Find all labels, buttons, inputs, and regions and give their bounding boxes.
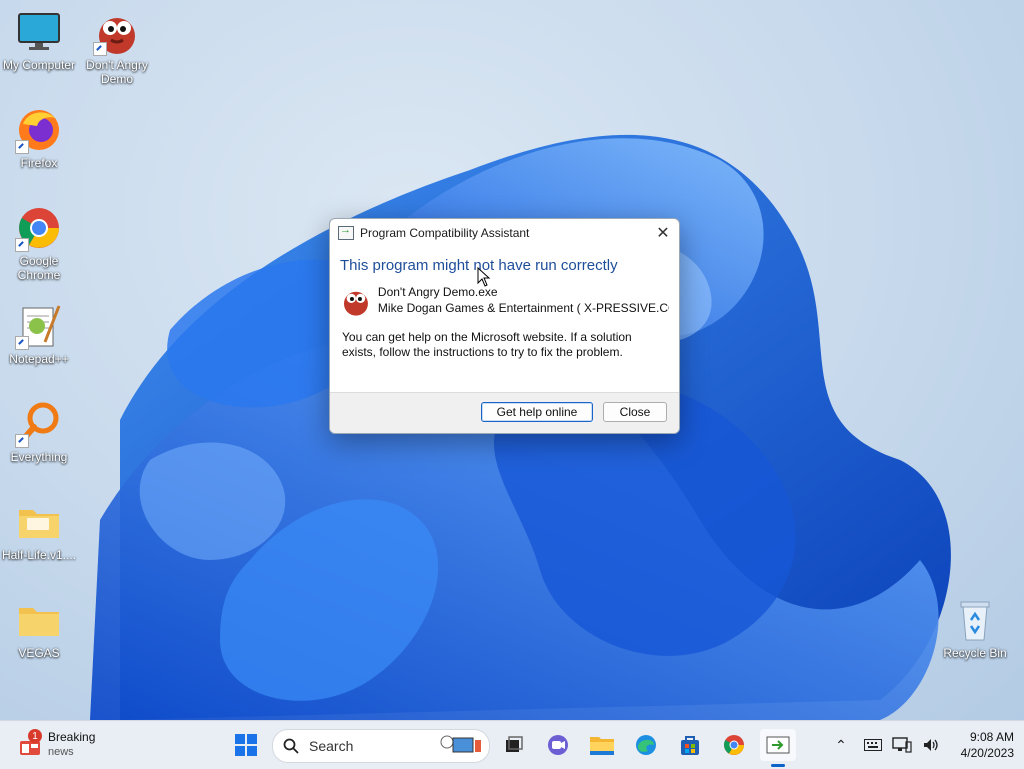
desktop-icon-label: VEGAS — [18, 646, 60, 660]
teams-chat-button[interactable] — [542, 729, 574, 761]
desktop-icon-label: Recycle Bin — [943, 646, 1007, 660]
desktop-icon-label: Google Chrome — [17, 254, 61, 282]
red-bird-icon — [93, 8, 141, 56]
news-widget-icon: 1 — [14, 729, 42, 759]
store-icon — [681, 736, 699, 755]
desktop-icon-label: Everything — [10, 450, 68, 464]
search-placeholder: Search — [309, 738, 354, 754]
desktop-icon-firefox[interactable]: Firefox — [0, 106, 78, 170]
quick-settings-button[interactable] — [892, 729, 940, 761]
widget-title: Breaking — [48, 730, 96, 744]
active-window-indicator — [771, 764, 785, 767]
desktop-icon-google-chrome[interactable]: Google Chrome — [0, 204, 78, 282]
task-view-icon — [506, 736, 523, 752]
chrome-taskbar-button[interactable] — [718, 729, 750, 761]
desktop-icon-label: My Computer — [2, 58, 76, 72]
app-publisher: Mike Dogan Games & Entertainment ( X-PRE… — [377, 301, 669, 315]
close-button[interactable]: Close — [603, 402, 667, 422]
desktop-icon-half-life-folder[interactable]: Half-Life.v1.... — [0, 498, 78, 562]
file-explorer-icon — [590, 737, 614, 755]
desktop-icon-label: Don't Angry Demo — [86, 58, 148, 86]
chrome-icon — [15, 204, 63, 252]
firefox-icon — [15, 106, 63, 154]
desktop-icon-label: Notepad++ — [9, 352, 69, 366]
desktop-icon-notepadpp[interactable]: Notepad++ — [0, 302, 78, 366]
keyboard-button[interactable] — [862, 729, 884, 761]
keyboard-icon — [864, 739, 882, 751]
desktop[interactable]: My Computer Don't Angry Demo Firefox Goo… — [0, 0, 1024, 720]
windows-logo-icon — [235, 734, 257, 756]
magnifier-icon — [15, 400, 63, 448]
taskbar-search[interactable]: Search — [272, 729, 490, 763]
shortcut-arrow-icon — [15, 238, 29, 252]
task-view-button[interactable] — [498, 729, 530, 761]
desktop-icon-label: Half-Life.v1.... — [1, 548, 77, 562]
shortcut-arrow-icon — [15, 336, 29, 350]
edge-button[interactable] — [630, 729, 662, 761]
app-name: Don't Angry Demo.exe — [377, 285, 498, 299]
folder-icon — [15, 596, 63, 644]
red-bird-icon — [343, 291, 368, 316]
notification-badge: 1 — [28, 729, 42, 743]
shortcut-arrow-icon — [93, 42, 107, 56]
dialog-message: You can get help on the Microsoft websit… — [342, 330, 632, 359]
desktop-icon-label: Firefox — [20, 156, 58, 170]
desktop-icon-everything[interactable]: Everything — [0, 400, 78, 464]
dialog-title: Program Compatibility Assistant — [360, 226, 530, 240]
compatibility-assistant-icon — [766, 736, 790, 754]
dialog-titlebar[interactable]: Program Compatibility Assistant ✕ — [330, 219, 679, 247]
desktop-icon-my-computer[interactable]: My Computer — [0, 8, 78, 72]
recycle-bin-icon — [951, 596, 999, 644]
clock-time: 9:08 AM — [969, 730, 1014, 744]
edge-icon — [636, 735, 656, 755]
compatibility-assistant-taskbar-button[interactable] — [760, 729, 796, 761]
mouse-pointer-icon — [477, 267, 491, 287]
tray-overflow-button[interactable]: ⌃ — [830, 729, 852, 761]
chat-icon — [548, 735, 568, 755]
notepadpp-icon — [15, 302, 63, 350]
taskbar: 1 Breaking news Search ⌃ 9:08 AM 4/20/20… — [0, 720, 1024, 769]
shortcut-arrow-icon — [15, 140, 29, 154]
shortcut-arrow-icon — [15, 434, 29, 448]
program-compatibility-dialog[interactable]: Program Compatibility Assistant ✕ This p… — [329, 218, 680, 434]
network-icon — [892, 737, 912, 753]
desktop-icon-recycle-bin[interactable]: Recycle Bin — [936, 596, 1014, 660]
close-icon[interactable]: ✕ — [653, 223, 673, 243]
app-info: Don't Angry Demo.exe Mike Dogan Games & … — [330, 274, 679, 318]
compatibility-assistant-icon — [338, 224, 354, 240]
desktop-icon-vegas-folder[interactable]: VEGAS — [0, 596, 78, 660]
get-help-online-button[interactable]: Get help online — [481, 402, 593, 422]
clock-date: 4/20/2023 — [960, 746, 1014, 760]
news-widget[interactable]: 1 Breaking news — [14, 729, 114, 761]
clock[interactable]: 9:08 AM 4/20/2023 — [944, 729, 1014, 761]
volume-icon — [924, 739, 938, 751]
start-button[interactable] — [230, 729, 262, 761]
chrome-icon — [724, 735, 744, 755]
search-highlight-icon — [440, 735, 481, 753]
folder-icon — [15, 498, 63, 546]
dialog-footer: Get help online Close — [330, 392, 679, 433]
store-button[interactable] — [674, 729, 706, 761]
monitor-icon — [15, 8, 63, 56]
dialog-heading: This program might not have run correctl… — [340, 257, 618, 274]
desktop-icon-dont-angry-demo[interactable]: Don't Angry Demo — [78, 8, 156, 86]
search-icon — [283, 738, 299, 754]
file-explorer-button[interactable] — [586, 729, 618, 761]
widget-subtitle: news — [48, 746, 74, 758]
